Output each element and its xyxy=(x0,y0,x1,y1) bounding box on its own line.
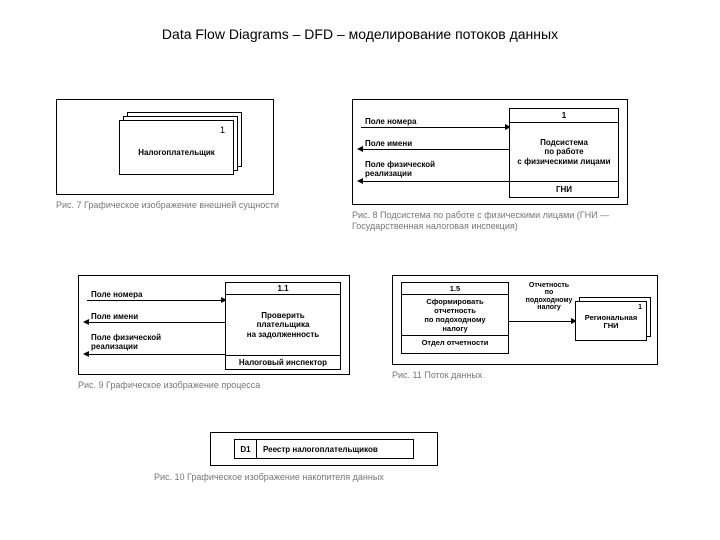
entity-id: 1 xyxy=(638,304,642,311)
caption-fig11: Рис. 11 Поток данных xyxy=(392,370,482,381)
entity-label: Налогоплательщик xyxy=(120,148,233,157)
flow-label: Поле физической реализации xyxy=(365,161,465,179)
caption-fig7: Рис. 7 Графическое изображение внешней с… xyxy=(56,200,279,211)
process-box: 1.1 Проверить плательщика на задолженнос… xyxy=(225,282,341,370)
process-text: по подоходному xyxy=(424,315,485,324)
flow-name: Отчетность xyxy=(529,282,569,289)
process-box: 1 Подсистема по работе с физическими лиц… xyxy=(509,108,619,198)
process-box: 1.5 Сформировать отчетность по подоходно… xyxy=(401,282,509,354)
process-id: 1 xyxy=(510,109,618,123)
panel-fig8: Поле номера Поле имени Поле физической р… xyxy=(352,99,628,205)
process-text: с физическими лицами xyxy=(510,157,618,167)
entity-box: 1 Региональная ГНИ xyxy=(575,301,647,341)
flow-label: Поле номера xyxy=(365,117,416,126)
process-actor: ГНИ xyxy=(510,181,618,197)
process-id: 1.1 xyxy=(226,283,340,295)
process-text: налогу xyxy=(442,324,467,333)
process-text: на задолженность xyxy=(226,330,340,339)
process-text: Проверить xyxy=(226,311,340,320)
panel-fig7: 1 Налогоплательщик xyxy=(56,99,274,195)
caption-fig10: Рис. 10 Графическое изображение накопите… xyxy=(154,472,454,483)
caption-fig9: Рис. 9 Графическое изображение процесса xyxy=(78,380,260,391)
flow-label: Поле номера xyxy=(91,290,142,299)
flow-name: по подоходному xyxy=(526,289,573,303)
flow-name: налогу xyxy=(537,304,561,311)
data-store-name: Реестр налогоплательщиков xyxy=(257,440,413,458)
data-store: D1 Реестр налогоплательщиков xyxy=(234,439,414,459)
entity-id: 1 xyxy=(220,125,225,135)
caption-fig8: Рис. 8 Подсистема по работе с физическим… xyxy=(352,210,628,233)
process-text: отчетность xyxy=(434,306,476,315)
flow-label: Поле имени xyxy=(91,312,138,321)
process-actor: Отдел отчетности xyxy=(402,336,508,349)
panel-fig9: Поле номера Поле имени Поле физической р… xyxy=(78,275,350,375)
process-actor: Налоговый инспектор xyxy=(226,355,340,369)
page-title: Data Flow Diagrams – DFD – моделирование… xyxy=(0,26,720,42)
panel-fig10: D1 Реестр налогоплательщиков xyxy=(210,432,438,466)
process-id: 1.5 xyxy=(402,283,508,295)
process-text: Сформировать xyxy=(426,297,483,306)
flow-label: Поле физической реализации xyxy=(91,334,191,352)
entity-label: ГНИ xyxy=(603,321,618,330)
process-text: плательщика xyxy=(226,320,340,329)
process-text: Подсистема xyxy=(510,138,618,148)
panel-fig11: 1.5 Сформировать отчетность по подоходно… xyxy=(392,275,658,365)
data-store-id: D1 xyxy=(235,440,257,458)
process-text: по работе xyxy=(510,147,618,157)
flow-label: Поле имени xyxy=(365,139,412,148)
